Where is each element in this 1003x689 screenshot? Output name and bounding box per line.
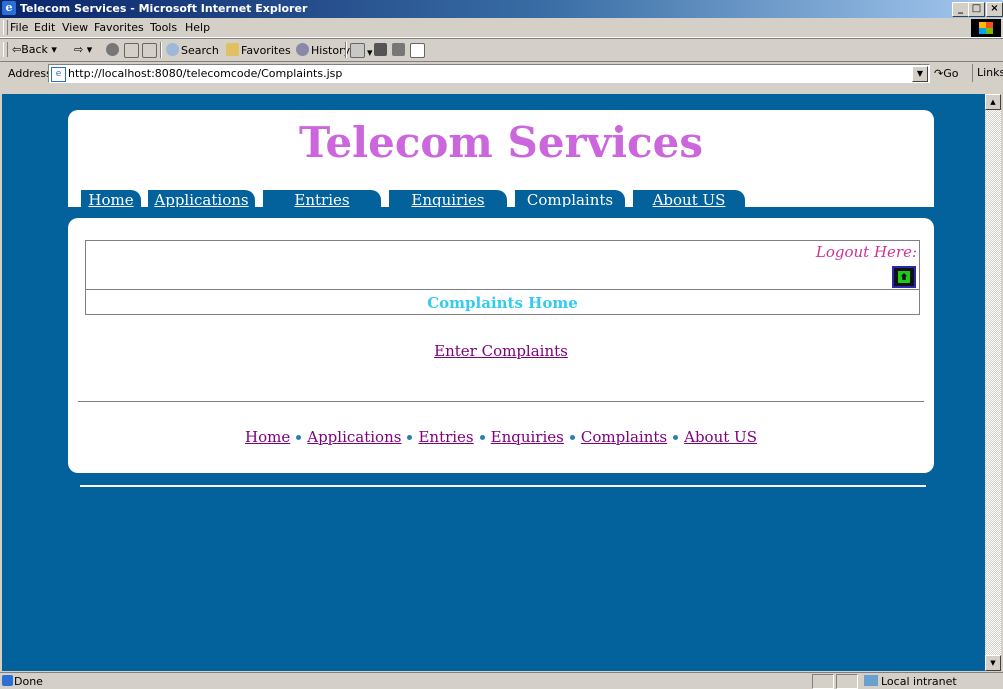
scroll-up-icon[interactable]: ▲ <box>985 94 1001 110</box>
divider <box>78 401 924 402</box>
menu-bar: File Edit View Favorites Tools Help <box>0 18 1003 38</box>
toolbar-separator <box>345 42 347 58</box>
history-button[interactable]: History <box>296 43 350 57</box>
search-icon <box>166 43 179 56</box>
refresh-icon[interactable] <box>124 43 141 59</box>
header-table: Logout Here: Complaints Home <box>85 240 920 315</box>
menu-file[interactable]: File <box>10 21 28 34</box>
intranet-icon <box>864 675 878 686</box>
toolbar-separator <box>160 42 162 58</box>
menu-favorites[interactable]: Favorites <box>94 21 144 34</box>
search-button-label: Search <box>181 44 219 57</box>
close-button[interactable]: × <box>986 2 1003 17</box>
enter-complaints-link: Enter Complaints <box>68 342 934 360</box>
links-button[interactable]: Links <box>972 64 1003 82</box>
go-button-label: Go <box>943 67 959 80</box>
footer-link-home[interactable]: Home <box>245 428 290 446</box>
status-bar: Done Local intranet <box>0 672 1003 689</box>
stop-icon[interactable] <box>106 43 121 57</box>
page-content: Telecom Services Home Applications Entri… <box>2 94 985 671</box>
scroll-down-icon[interactable]: ▼ <box>985 655 1001 671</box>
bullet-icon <box>673 435 679 440</box>
bullet-icon <box>569 435 575 440</box>
address-bar: Address e http://localhost:8080/telecomc… <box>0 61 1003 85</box>
page-done-icon <box>2 675 13 686</box>
bottom-divider <box>80 485 926 487</box>
bullet-icon <box>296 435 302 440</box>
section-title: Complaints Home <box>427 294 578 312</box>
toolbar-grip <box>3 42 8 57</box>
menu-view[interactable]: View <box>62 21 88 34</box>
security-zone: Local intranet <box>864 675 957 688</box>
site-title: Telecom Services <box>299 118 703 167</box>
menu-tools[interactable]: Tools <box>150 21 177 34</box>
vertical-scrollbar[interactable]: ▲ ▼ <box>985 94 1001 671</box>
footer-link-applications[interactable]: Applications <box>307 428 401 446</box>
maximize-button[interactable]: □ <box>968 2 985 17</box>
window-title: Telecom Services - Microsoft Internet Ex… <box>20 2 308 15</box>
address-input[interactable]: e http://localhost:8080/telecomcode/Comp… <box>48 64 930 83</box>
footer-link-entries[interactable]: Entries <box>418 428 473 446</box>
menu-help[interactable]: Help <box>185 21 210 34</box>
header-card: Telecom Services Home Applications Entri… <box>68 110 934 210</box>
discuss-icon[interactable] <box>410 43 427 59</box>
menu-edit[interactable]: Edit <box>34 21 55 34</box>
footer-nav: Home Applications Entries Enquiries Complain… <box>68 428 934 446</box>
footer-link-about-us[interactable]: About US <box>684 428 757 446</box>
tab-strip-divider <box>68 207 934 211</box>
history-icon <box>296 43 309 56</box>
logout-label: Logout Here: <box>815 243 917 261</box>
bullet-icon <box>479 435 485 440</box>
forward-button[interactable]: ⇨ ▾ <box>74 43 92 56</box>
section-title-row: Complaints Home <box>86 289 919 315</box>
enter-complaints-link-text[interactable]: Enter Complaints <box>434 342 568 360</box>
footer-link-complaints[interactable]: Complaints <box>581 428 667 446</box>
back-button[interactable]: ⇦Back ▾ <box>12 43 57 56</box>
footer-link-enquiries[interactable]: Enquiries <box>491 428 564 446</box>
logout-home-button[interactable] <box>892 266 916 288</box>
zone-label: Local intranet <box>881 675 957 688</box>
minimize-button[interactable]: _ <box>952 2 969 17</box>
menubar-grip <box>3 20 8 35</box>
status-text: Done <box>14 675 43 688</box>
go-button[interactable]: ↷Go <box>934 67 958 80</box>
print-icon[interactable] <box>374 43 389 57</box>
windows-logo-icon <box>971 19 1001 37</box>
ie-logo-icon: e <box>2 1 16 15</box>
favorites-button-label: Favorites <box>241 44 291 57</box>
status-pane <box>812 674 834 689</box>
address-url: http://localhost:8080/telecomcode/Compla… <box>68 67 343 80</box>
address-dropdown-icon[interactable]: ▼ <box>912 66 928 82</box>
mail-icon[interactable]: ▾ <box>350 43 373 59</box>
favorites-button[interactable]: Favorites <box>226 43 291 57</box>
page-icon: e <box>51 67 66 82</box>
status-pane <box>836 674 858 689</box>
bullet-icon <box>407 435 413 440</box>
edit-icon[interactable] <box>392 43 407 57</box>
main-card: Logout Here: Complaints Home Enter Compl… <box>68 218 934 473</box>
home-icon[interactable] <box>142 43 159 59</box>
address-label: Address <box>8 67 52 80</box>
window-titlebar: e Telecom Services - Microsoft Internet … <box>0 0 1003 18</box>
search-button[interactable]: Search <box>166 43 219 57</box>
favorites-icon <box>226 43 239 56</box>
browser-toolbar: ⇦Back ▾ ⇨ ▾ Search Favorites History ▾ <box>0 38 1003 61</box>
